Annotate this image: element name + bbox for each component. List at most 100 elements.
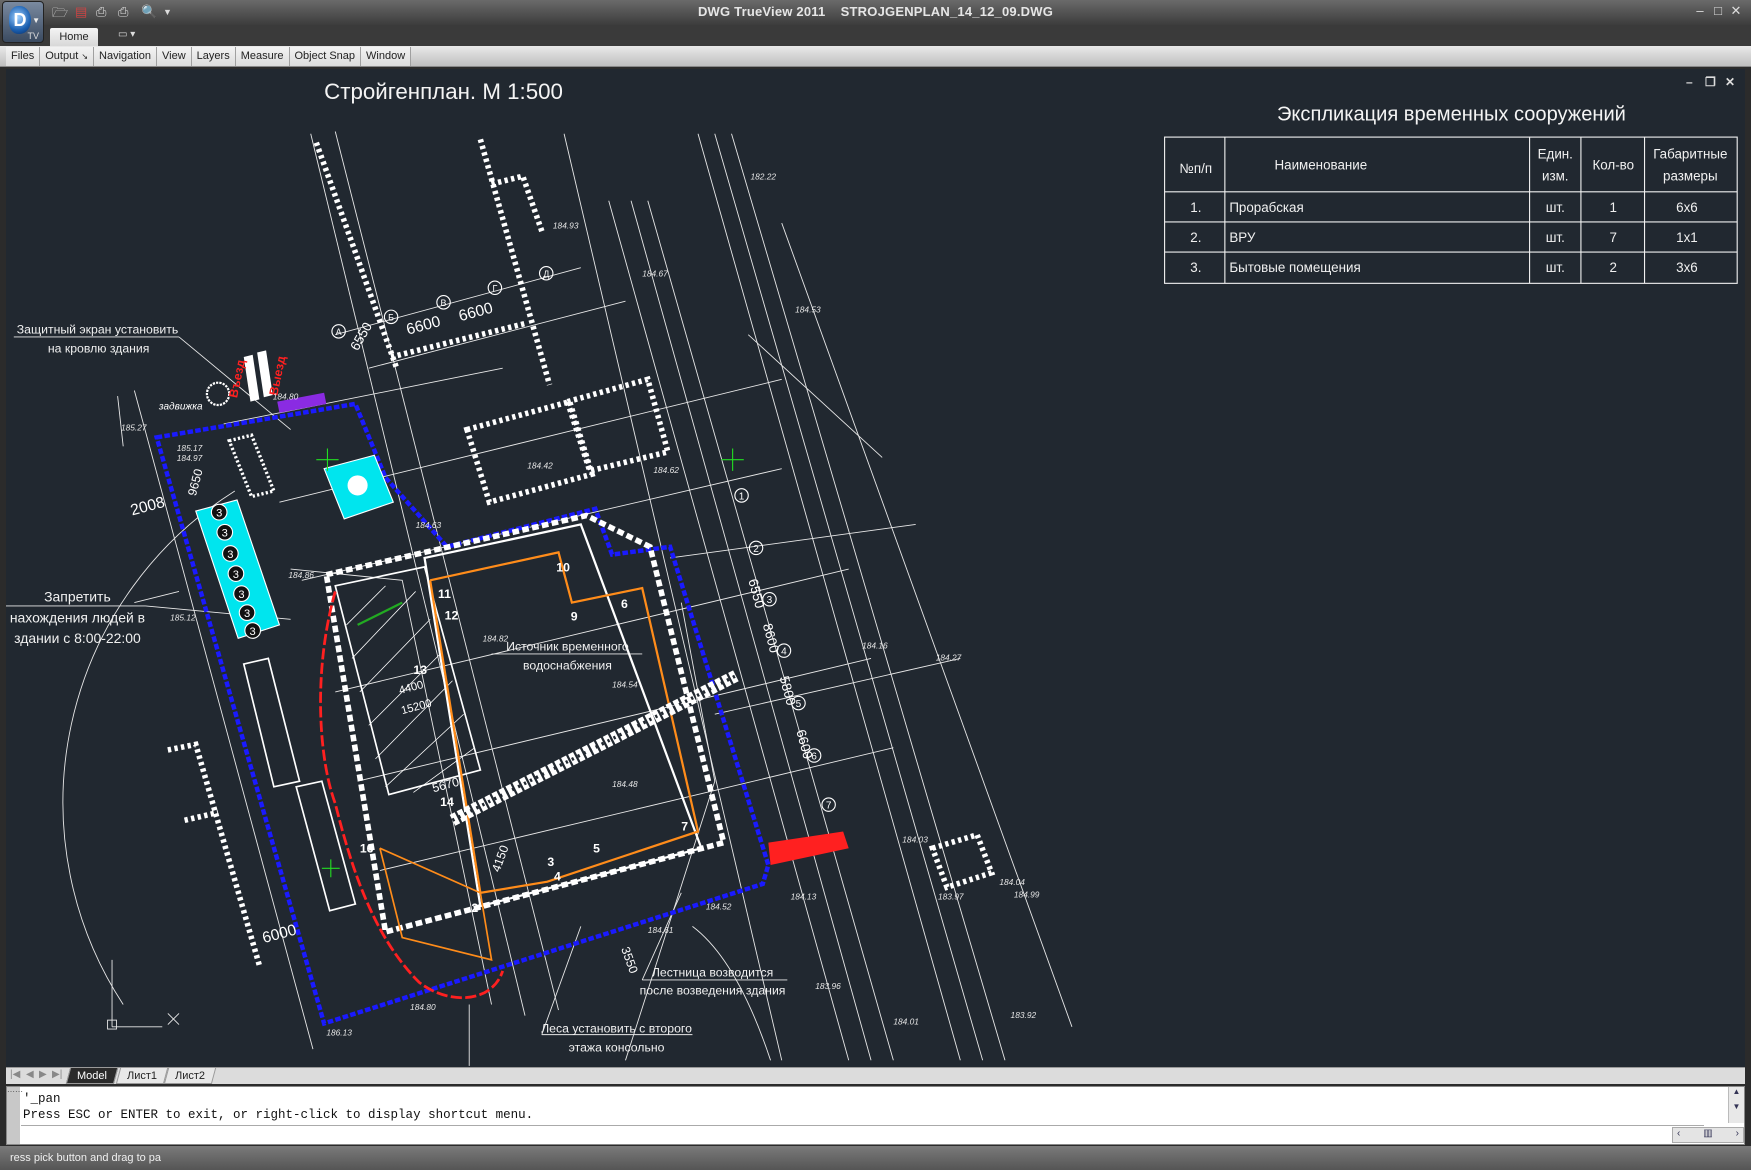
elevation-label: 184.93 [553,221,579,231]
last-layout-icon[interactable]: ▶| [52,1069,62,1080]
building-mark-label: 12 [445,608,459,622]
first-layout-icon[interactable]: |◀ [10,1069,20,1080]
tab-home[interactable]: Home [50,28,98,46]
panel-output[interactable]: Output ↘ [40,47,95,66]
cabin-mark-label: 3 [222,528,228,540]
axis-letter-label: Д [543,269,549,279]
green-line [357,601,403,626]
building-mark-label: 13 [413,663,427,677]
building-mark-label: 4 [554,870,561,884]
close-icon[interactable]: ✕ [1728,3,1744,19]
cell-unit: шт. [1546,200,1565,215]
tab-list1[interactable]: Лист1 [115,1068,169,1084]
elevation-label: 184.67 [642,269,668,279]
dimension-label: 8600 [760,622,782,655]
prev-layout-icon[interactable]: ◀ [26,1069,34,1080]
elevation-label: 183.96 [815,981,841,991]
dimension-label: 6600 [404,313,442,338]
cell-size: 6x6 [1676,200,1698,215]
header-unit-1: Един. [1538,146,1573,161]
tab-list2[interactable]: Лист2 [163,1068,217,1084]
header-unit-2: изм. [1542,169,1569,184]
elevation-label: 186.13 [326,1028,352,1038]
minimize-ribbon-button[interactable]: ▭ ▾ [118,29,135,40]
elevation-label: 184.99 [1014,889,1040,899]
elevation-label: 184.80 [410,1002,436,1012]
cell-num: 1. [1190,200,1201,215]
app-badge: TV [27,31,39,41]
layout-tab-bar: |◀ ◀ ▶ ▶| Model Лист1 Лист2 [6,1067,1745,1084]
cabin-mark-label: 3 [233,569,239,581]
rebar-shop [295,780,357,912]
application-menu-button[interactable]: D ▼ TV [2,1,44,43]
horizontal-scrollbar[interactable]: ‹ ▥ › [1672,1127,1744,1143]
panel-files[interactable]: Files [6,47,41,66]
axis-number-label: 2 [753,544,759,555]
entry-label: Въезд [226,358,248,399]
command-scrollbar[interactable]: ▲ ▼ [1728,1087,1744,1123]
elevation-label: 184.01 [893,1017,919,1027]
building-mark-label: 3 [547,855,554,869]
panel-window[interactable]: Window [361,47,412,66]
dimension-label: 9650 [185,467,206,497]
building-mark-label: 6 [621,597,628,611]
cell-size: 3x6 [1676,260,1698,275]
dimension-label: 6600 [457,300,495,325]
tab-model-label: Model [77,1070,107,1082]
command-input[interactable] [21,1125,1704,1126]
panel-object-snap[interactable]: Object Snap [289,47,362,66]
elevation-label: 183.97 [938,892,964,902]
elevation-label: 182.22 [750,172,776,182]
minimize-icon[interactable]: – [1692,3,1708,18]
note-forbid-3: здании с 8:00-22:00 [14,630,141,646]
cell-name: Бытовые помещения [1229,260,1360,275]
cell-name: ВРУ [1229,230,1256,245]
dialog-launcher-icon[interactable]: ↘ [81,52,88,61]
panel-navigation[interactable]: Navigation [94,47,158,66]
scroll-right-icon[interactable]: › [1736,1128,1739,1142]
building-mark-label: 7 [681,819,688,833]
scroll-left-icon[interactable]: ‹ [1677,1128,1680,1142]
scroll-thumb[interactable]: ▥ [1703,1128,1712,1142]
elevation-label: 184.97 [177,453,203,463]
ribbon-panels: Files Output ↘ Navigation View Layers Me… [0,46,1751,67]
header-num: №п/п [1180,161,1213,176]
drawing-minimize-icon[interactable]: – [1686,75,1693,89]
dimension-label: 6000 [260,921,298,946]
next-layout-icon[interactable]: ▶ [39,1069,47,1080]
cell-unit: шт. [1546,230,1565,245]
elevation-label: 184.63 [416,520,442,530]
drawing-canvas[interactable]: 3333333 Въезд Выезд задвижка 1234567АБВГ… [6,69,1745,1067]
dimension-label: 5800 [777,674,799,707]
cell-num: 2. [1190,230,1201,245]
cabin-mark-label: 3 [244,608,250,620]
elevation-label: 184.62 [653,465,679,475]
elevation-label: 183.92 [1011,1010,1037,1020]
chevron-down-icon: ▼ [32,16,40,25]
drawing-close-icon[interactable]: ✕ [1725,75,1735,89]
maximize-icon[interactable]: □ [1710,3,1726,18]
drawing-restore-icon[interactable]: ❐ [1705,75,1716,89]
site-linework [6,131,1073,1066]
panel-layers[interactable]: Layers [191,47,236,66]
cell-name: Прорабская [1229,200,1303,215]
command-grip-icon[interactable]: ⋯⋯ [7,1087,23,1144]
tab-model[interactable]: Model [65,1068,119,1084]
elevation-label: 184.52 [706,902,732,912]
exit-label: Выезд [266,354,288,396]
app-name: DWG TrueView 2011 [697,4,826,19]
building-mark-label: 14 [440,795,454,809]
building-mark-label: 2 [471,901,478,915]
elevation-label: 184.54 [612,679,638,689]
panel-view[interactable]: View [157,47,192,66]
building-mark-label: 10 [556,560,570,574]
dimension-label: 6550 [745,577,767,610]
axis-markers: 1234567АБВГД [331,266,836,812]
scroll-down-icon[interactable]: ▼ [1729,1102,1744,1111]
scroll-up-icon[interactable]: ▲ [1729,1087,1744,1096]
elevation-label: 185.12 [170,612,196,622]
dimension-label: 3550 [618,945,641,976]
explication-table: Экспликация временных сооружений №п/п На… [1164,103,1738,284]
panel-measure[interactable]: Measure [235,47,290,66]
building-mark-label: 9 [571,609,578,623]
